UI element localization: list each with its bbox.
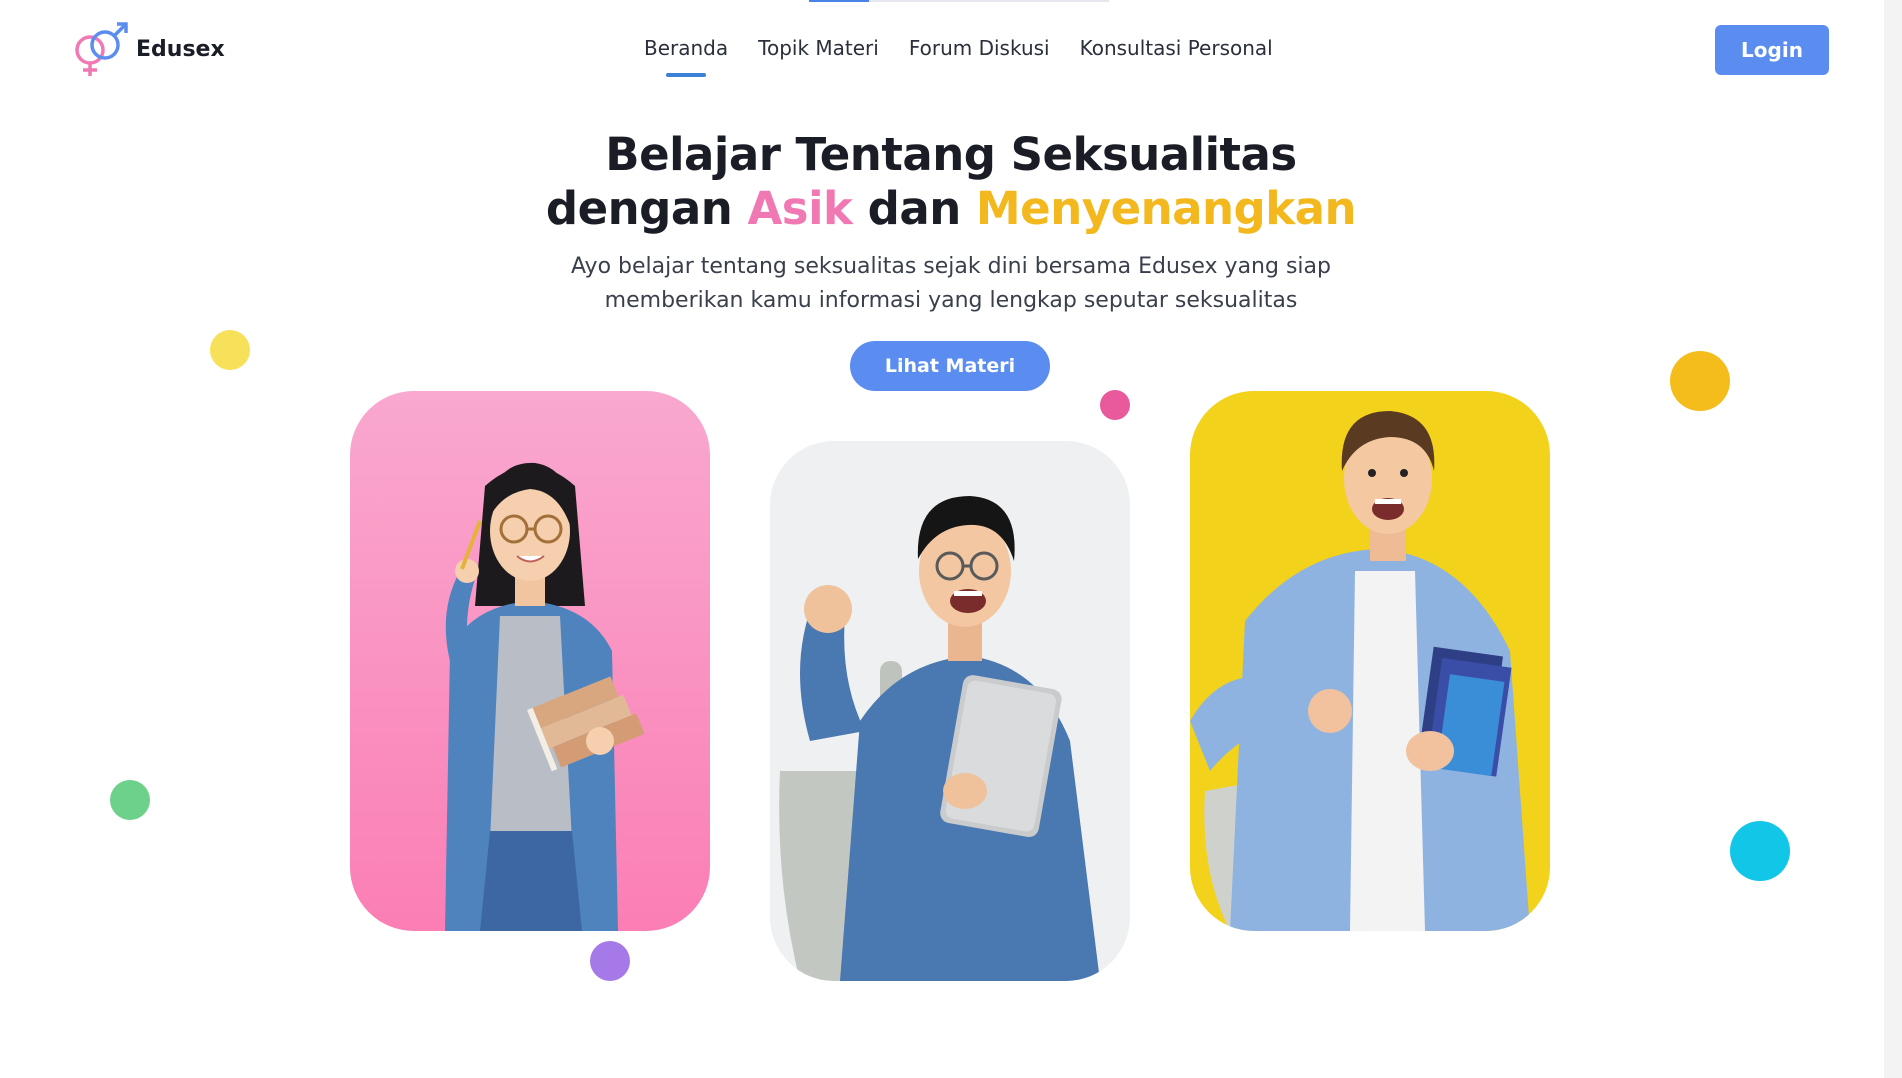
login-button[interactable]: Login	[1715, 25, 1829, 75]
nav-konsultasi-personal[interactable]: Konsultasi Personal	[1080, 36, 1273, 60]
hero-title-dengan: dengan	[545, 182, 733, 235]
decor-dot-cyan	[1730, 821, 1790, 881]
lihat-materi-button[interactable]: Lihat Materi	[850, 341, 1050, 391]
gender-symbols-icon	[75, 22, 128, 76]
hero-title-menyenangkan: Menyenangkan	[975, 182, 1357, 235]
student-man-illustration	[1190, 391, 1550, 931]
hero-subtitle: Ayo belajar tentang seksualitas sejak di…	[0, 250, 1902, 318]
student-boy-illustration	[770, 441, 1130, 981]
main-nav: Beranda Topik Materi Forum Diskusi Konsu…	[644, 36, 1273, 60]
hero-subtitle-line1: Ayo belajar tentang seksualitas sejak di…	[571, 254, 1331, 279]
page-loading-bar	[809, 0, 1109, 2]
hero-title-dan: dan	[867, 182, 962, 235]
page-scrollbar[interactable]	[1884, 0, 1902, 1078]
decor-dot-green	[110, 780, 150, 820]
brand-name: Edusex	[136, 36, 225, 62]
nav-beranda[interactable]: Beranda	[644, 36, 728, 60]
hero-title-line1: Belajar Tentang Seksualitas	[605, 128, 1297, 181]
decor-dot-purple	[590, 941, 630, 981]
student-girl-illustration	[350, 391, 710, 931]
decor-dot-yellow	[210, 330, 250, 370]
landing-page: Edusex Beranda Topik Materi Forum Diskus…	[0, 0, 1902, 1078]
hero-subtitle-line2: memberikan kamu informasi yang lengkap s…	[604, 288, 1298, 313]
decor-dot-pink	[1100, 390, 1130, 420]
scrollbar-thumb[interactable]	[1888, 0, 1898, 1078]
hero-photo-card-girl	[350, 391, 710, 931]
decor-dot-orange	[1670, 351, 1730, 411]
nav-forum-diskusi[interactable]: Forum Diskusi	[909, 36, 1050, 60]
hero-title: Belajar Tentang Seksualitas dengan Asik …	[0, 128, 1902, 236]
hero-title-asik: Asik	[747, 182, 853, 235]
nav-topik-materi[interactable]: Topik Materi	[758, 36, 879, 60]
hero-photo-card-man	[1190, 391, 1550, 931]
brand-logo[interactable]: Edusex	[68, 20, 225, 78]
hero-photo-card-boy	[770, 441, 1130, 981]
